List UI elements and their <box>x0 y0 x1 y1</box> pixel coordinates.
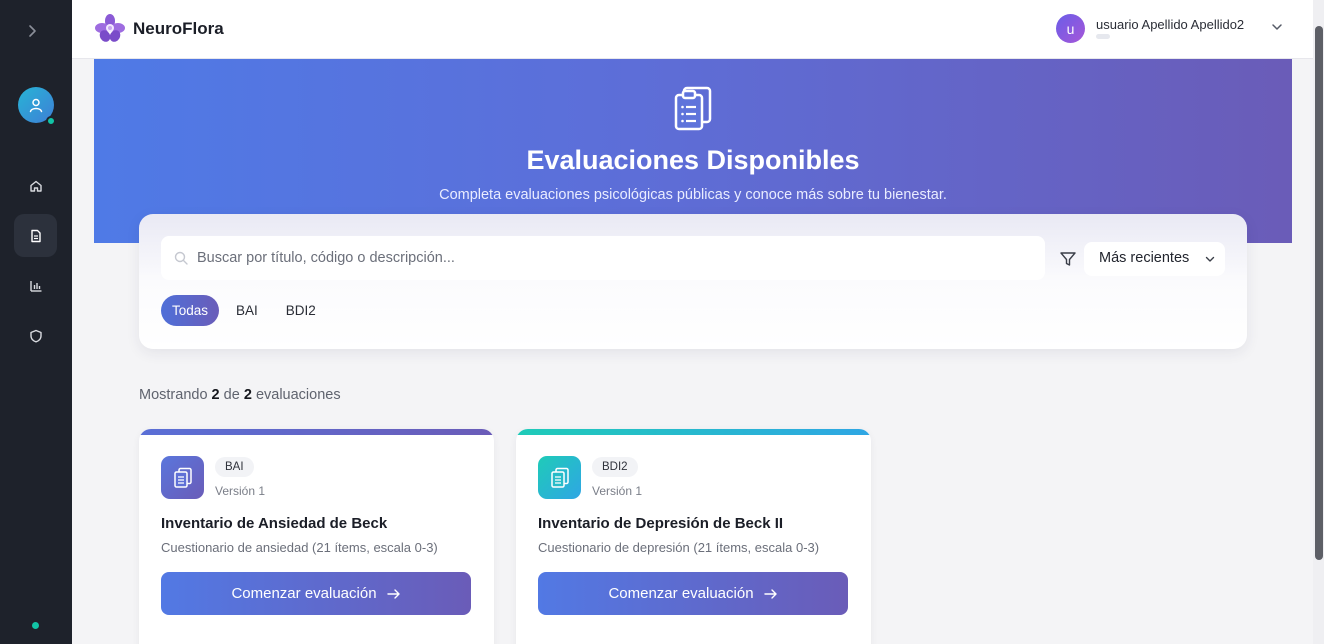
online-status-dot <box>46 116 56 126</box>
user-role-placeholder <box>1096 34 1110 39</box>
sidebar-item-home[interactable] <box>14 164 57 207</box>
user-icon <box>29 98 43 113</box>
start-evaluation-button[interactable]: Comenzar evaluación <box>538 572 848 615</box>
filter-chip-bdi2[interactable]: BDI2 <box>275 295 327 326</box>
card-icon-badge <box>538 456 581 499</box>
top-bar: NeuroFlora u usuario Apellido Apellido2 <box>72 0 1313 59</box>
document-icon <box>30 229 41 242</box>
clipboard-icon <box>550 467 569 488</box>
card-accent-bar <box>139 429 494 435</box>
filter-funnel-icon[interactable] <box>1059 250 1077 268</box>
bar-chart-icon <box>29 280 41 292</box>
arrow-right-icon <box>386 588 400 599</box>
app-brand-name: NeuroFlora <box>133 19 224 38</box>
filter-chip-bai[interactable]: BAI <box>225 295 269 326</box>
search-icon <box>174 251 188 265</box>
evaluation-card: BAI Versión 1 Inventario de Ansiedad de … <box>139 429 494 644</box>
evaluation-version: Versión 1 <box>215 484 266 498</box>
user-menu-chevron-down-icon[interactable] <box>1270 20 1284 34</box>
sidebar-expand-chevron-icon[interactable] <box>22 20 42 42</box>
search-input[interactable] <box>197 236 1037 280</box>
start-evaluation-button[interactable]: Comenzar evaluación <box>161 572 471 615</box>
sidebar-item-security[interactable] <box>14 314 57 357</box>
status-indicator-dot <box>32 622 39 629</box>
sort-select[interactable]: Más recientes <box>1084 242 1225 276</box>
sort-selected-value: Más recientes <box>1099 250 1190 266</box>
results-count: Mostrando 2 de 2 evaluaciones <box>139 387 341 403</box>
evaluation-description: Cuestionario de depresión (21 ítems, esc… <box>538 540 820 555</box>
evaluation-card: BDI2 Versión 1 Inventario de Depresión d… <box>516 429 871 644</box>
card-icon-badge <box>161 456 204 499</box>
filter-panel: Más recientes Todas BAI BDI2 <box>139 214 1247 349</box>
scrollbar-thumb[interactable] <box>1315 26 1323 560</box>
neuroflora-logo[interactable] <box>95 13 125 43</box>
filter-chip-todas[interactable]: Todas <box>161 295 220 326</box>
arrow-right-icon <box>763 588 777 599</box>
evaluation-code-badge: BAI <box>215 457 254 477</box>
card-accent-bar <box>516 429 871 435</box>
evaluation-description: Cuestionario de ansiedad (21 ítems, esca… <box>161 540 438 555</box>
start-evaluation-label: Comenzar evaluación <box>608 585 754 602</box>
evaluation-title: Inventario de Depresión de Beck II <box>538 515 784 532</box>
search-box[interactable] <box>161 236 1045 280</box>
page-subtitle: Completa evaluaciones psicológicas públi… <box>439 187 947 203</box>
filter-chips: Todas BAI BDI2 <box>161 295 327 326</box>
user-name[interactable]: usuario Apellido Apellido2 <box>1096 17 1244 32</box>
start-evaluation-label: Comenzar evaluación <box>231 585 377 602</box>
user-avatar[interactable]: u <box>1056 14 1085 43</box>
evaluation-version: Versión 1 <box>592 484 643 498</box>
evaluation-title: Inventario de Ansiedad de Beck <box>161 515 388 532</box>
chevron-down-icon <box>1205 256 1215 262</box>
sidebar-item-evaluations[interactable] <box>14 214 57 257</box>
evaluation-code-badge: BDI2 <box>592 457 638 477</box>
page-title: Evaluaciones Disponibles <box>526 145 860 175</box>
sidebar <box>0 0 72 644</box>
clipboard-list-icon <box>674 86 712 131</box>
home-icon <box>29 180 42 192</box>
shield-icon <box>29 329 42 342</box>
sidebar-item-stats[interactable] <box>14 264 57 307</box>
clipboard-icon <box>173 467 192 488</box>
